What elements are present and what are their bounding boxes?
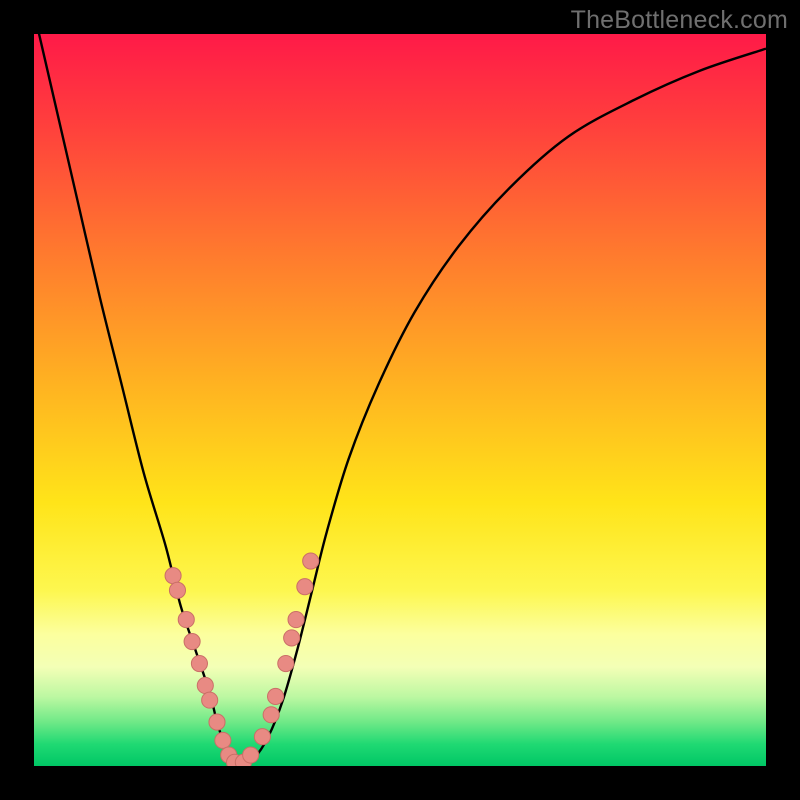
data-marker xyxy=(254,729,270,745)
data-marker xyxy=(184,634,200,650)
data-marker xyxy=(297,579,313,595)
data-marker xyxy=(303,553,319,569)
data-marker xyxy=(209,714,225,730)
data-marker xyxy=(243,747,259,763)
watermark-label: TheBottleneck.com xyxy=(571,6,788,35)
data-marker xyxy=(197,677,213,693)
data-marker xyxy=(284,630,300,646)
data-marker xyxy=(288,612,304,628)
data-marker xyxy=(165,568,181,584)
data-marker xyxy=(263,707,279,723)
data-marker xyxy=(215,732,231,748)
chart-frame: TheBottleneck.com xyxy=(0,0,800,800)
data-marker xyxy=(278,655,294,671)
gradient-background xyxy=(34,34,766,766)
data-marker xyxy=(202,692,218,708)
data-marker xyxy=(191,655,207,671)
data-marker xyxy=(268,688,284,704)
plot-svg xyxy=(34,34,766,766)
data-marker xyxy=(169,582,185,598)
data-marker xyxy=(178,612,194,628)
plot-area xyxy=(34,34,766,766)
